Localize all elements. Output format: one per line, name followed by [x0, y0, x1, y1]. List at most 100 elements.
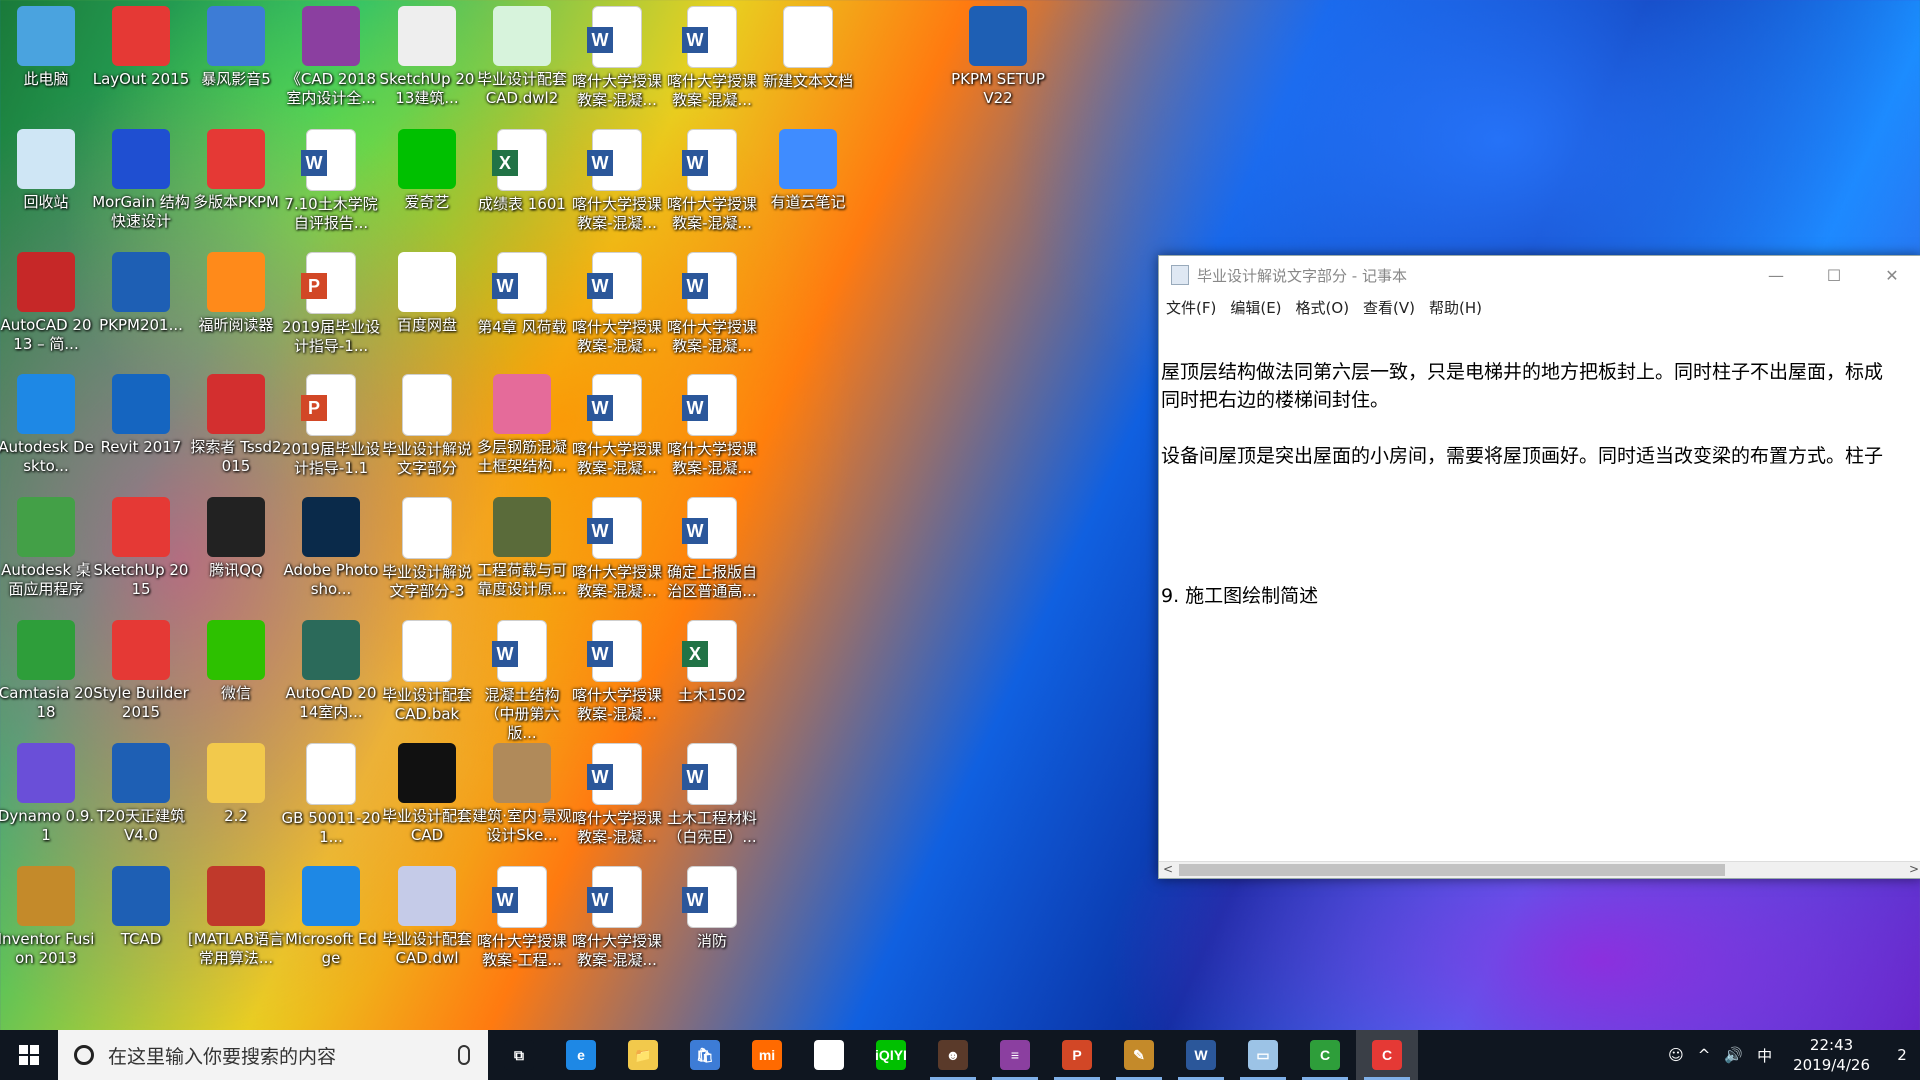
desktop-icon[interactable]: 喀什大学授课教案-混凝...: [665, 2, 759, 110]
desktop-icon[interactable]: 喀什大学授课教案-混凝...: [570, 370, 664, 478]
clock[interactable]: 22:43 2019/4/26: [1779, 1035, 1884, 1075]
desktop-icon[interactable]: 福昕阅读器: [189, 248, 283, 335]
desktop-icon[interactable]: 7.10土木学院自评报告...: [284, 125, 378, 233]
start-button[interactable]: [0, 1030, 58, 1080]
taskbar-task-view-button[interactable]: ⧉: [488, 1030, 550, 1080]
desktop-icon[interactable]: Revit 2017: [94, 370, 188, 457]
taskbar-file-explorer-button[interactable]: 📁: [612, 1030, 674, 1080]
maximize-button[interactable]: ☐: [1805, 256, 1863, 294]
taskbar-mi-button[interactable]: mi: [736, 1030, 798, 1080]
taskbar-camtasia-button[interactable]: C: [1294, 1030, 1356, 1080]
desktop-icon[interactable]: Adobe Photosho...: [283, 493, 379, 599]
desktop-icon[interactable]: 腾讯QQ: [189, 493, 283, 580]
taskbar-photo-button[interactable]: ☻: [922, 1030, 984, 1080]
desktop-icon[interactable]: Inventor Fusion 2013: [0, 862, 94, 968]
scroll-left-arrow[interactable]: <: [1163, 862, 1173, 876]
desktop-icon[interactable]: 喀什大学授课教案-混凝...: [570, 2, 664, 110]
desktop-icon[interactable]: PKPM201...: [94, 248, 188, 335]
scroll-right-arrow[interactable]: >: [1909, 862, 1919, 876]
taskbar-store-button[interactable]: 🛍: [674, 1030, 736, 1080]
input-method-indicator[interactable]: 中: [1750, 1045, 1779, 1066]
desktop-icon[interactable]: 喀什大学授课教案-工程...: [475, 862, 569, 970]
desktop-icon[interactable]: 此电脑: [0, 2, 93, 89]
notification-center-button[interactable]: 2: [1884, 1042, 1920, 1068]
desktop-icon[interactable]: 毕业设计配套CAD.bak: [380, 616, 474, 724]
desktop-icon[interactable]: Camtasia 2018: [0, 616, 93, 722]
desktop-icon[interactable]: T20天正建筑 V4.0: [94, 739, 188, 845]
desktop-icon[interactable]: 回收站: [0, 125, 93, 212]
desktop-icon[interactable]: Microsoft Edge: [284, 862, 378, 968]
desktop-icon[interactable]: 混凝土结构（中册第六版...: [475, 616, 569, 743]
taskbar-word-button[interactable]: W: [1170, 1030, 1232, 1080]
desktop-icon[interactable]: 消防: [665, 862, 759, 951]
menu-help[interactable]: 帮助(H): [1422, 297, 1489, 318]
desktop-icon[interactable]: 工程荷载与可靠度设计原...: [475, 493, 569, 599]
desktop-icon[interactable]: 喀什大学授课教案-混凝...: [665, 370, 759, 478]
taskbar-iqiyi-button[interactable]: iQIYI: [860, 1030, 922, 1080]
notepad-window[interactable]: 毕业设计解说文字部分 - 记事本 — ☐ ✕ 文件(F) 编辑(E) 格式(O)…: [1158, 255, 1920, 879]
desktop-icon[interactable]: 土木1502: [665, 616, 759, 705]
menu-edit[interactable]: 编辑(E): [1223, 297, 1288, 318]
desktop-icon[interactable]: MorGain 结构快速设计: [92, 125, 190, 231]
desktop-icon[interactable]: 喀什大学授课教案-混凝...: [570, 248, 664, 356]
taskbar-edge-button[interactable]: e: [550, 1030, 612, 1080]
desktop-icon[interactable]: 有道云笔记: [761, 125, 855, 212]
notepad-text-area[interactable]: 屋顶层结构做法同第六层一致，只是电梯井的地方把板封上。同时柱子不出屋面，标成 同…: [1159, 320, 1920, 862]
desktop-icon[interactable]: 2019届毕业设计指导-1.1: [282, 370, 380, 478]
desktop-icon[interactable]: 暴风影音5: [189, 2, 283, 89]
taskbar-search-box[interactable]: 在这里输入你要搜索的内容: [58, 1030, 488, 1080]
show-hidden-icons-icon[interactable]: ^: [1691, 1046, 1718, 1064]
desktop-icon[interactable]: 喀什大学授课教案-混凝...: [570, 616, 664, 724]
desktop-icon[interactable]: 百度网盘: [380, 248, 474, 335]
desktop-icon[interactable]: Autodesk Deskto...: [0, 370, 94, 476]
desktop-icon[interactable]: AutoCAD 2014室内...: [284, 616, 378, 722]
desktop-icon[interactable]: GB 50011-201...: [282, 739, 380, 847]
desktop-icon[interactable]: 成绩表 1601: [475, 125, 569, 214]
desktop-icon[interactable]: 土木工程材料（白宪臣）...: [665, 739, 759, 847]
microphone-icon[interactable]: [458, 1045, 470, 1065]
desktop-icon[interactable]: 毕业设计解说文字部分-3: [380, 493, 474, 601]
menu-format[interactable]: 格式(O): [1289, 297, 1357, 318]
desktop-icon[interactable]: 喀什大学授课教案-混凝...: [570, 739, 664, 847]
menu-view[interactable]: 查看(V): [1356, 297, 1422, 318]
desktop-icon[interactable]: 微信: [189, 616, 283, 703]
desktop-icon[interactable]: 喀什大学授课教案-混凝...: [570, 862, 664, 970]
desktop-icon[interactable]: 2019届毕业设计指导-1...: [282, 248, 380, 356]
desktop-icon[interactable]: 探索者 Tssd2015: [189, 370, 283, 476]
taskbar-mail-button[interactable]: ✉: [798, 1030, 860, 1080]
menu-file[interactable]: 文件(F): [1159, 297, 1223, 318]
desktop-icon[interactable]: 确定上报版自治区普通高...: [665, 493, 759, 601]
desktop-icon[interactable]: Dynamo 0.9.1: [0, 739, 94, 845]
desktop-icon[interactable]: 《CAD 2018室内设计全...: [284, 2, 378, 108]
desktop-icon[interactable]: 2.2: [189, 739, 283, 826]
desktop-icon[interactable]: 喀什大学授课教案-混凝...: [665, 125, 759, 233]
desktop-icon[interactable]: Style Builder 2015: [93, 616, 189, 722]
taskbar-pen-tool-button[interactable]: ✎: [1108, 1030, 1170, 1080]
desktop-icon[interactable]: 毕业设计配套CAD.dwl2: [475, 2, 569, 108]
desktop-icon[interactable]: [MATLAB语言常用算法...: [188, 862, 284, 968]
desktop-icon[interactable]: 毕业设计解说文字部分: [380, 370, 474, 478]
desktop-icon[interactable]: 喀什大学授课教案-混凝...: [665, 248, 759, 356]
desktop-icon[interactable]: 毕业设计配套CAD.dwl: [380, 862, 474, 968]
desktop-icon[interactable]: 建筑·室内·景观设计Ske...: [472, 739, 572, 845]
close-button[interactable]: ✕: [1863, 256, 1920, 294]
taskbar-camtasia-recorder-button[interactable]: C: [1356, 1030, 1418, 1080]
taskbar-winrar-button[interactable]: ≡: [984, 1030, 1046, 1080]
desktop-icon[interactable]: 新建文本文档: [761, 2, 855, 91]
desktop-icon[interactable]: 喀什大学授课教案-混凝...: [570, 125, 664, 233]
taskbar-powerpoint-button[interactable]: P: [1046, 1030, 1108, 1080]
desktop-icon[interactable]: TCAD: [94, 862, 188, 949]
volume-icon[interactable]: 🔊: [1717, 1046, 1750, 1064]
taskbar-notepad-button[interactable]: ▭: [1232, 1030, 1294, 1080]
desktop-icon[interactable]: 第4章 风荷载: [475, 248, 569, 337]
desktop-icon[interactable]: SketchUp 2015: [94, 493, 188, 599]
notepad-titlebar[interactable]: 毕业设计解说文字部分 - 记事本 — ☐ ✕: [1159, 256, 1920, 294]
desktop-icon[interactable]: PKPM SETUPV22: [951, 2, 1045, 108]
desktop-icon[interactable]: 多层钢筋混凝土框架结构...: [475, 370, 569, 476]
desktop-icon[interactable]: SketchUp 2013建筑...: [380, 2, 474, 108]
minimize-button[interactable]: —: [1747, 256, 1805, 294]
horizontal-scrollbar[interactable]: < >: [1159, 861, 1920, 878]
scrollbar-thumb[interactable]: [1179, 864, 1725, 876]
desktop-icon[interactable]: 喀什大学授课教案-混凝...: [570, 493, 664, 601]
desktop-icon[interactable]: AutoCAD 2013 – 简...: [0, 248, 93, 354]
